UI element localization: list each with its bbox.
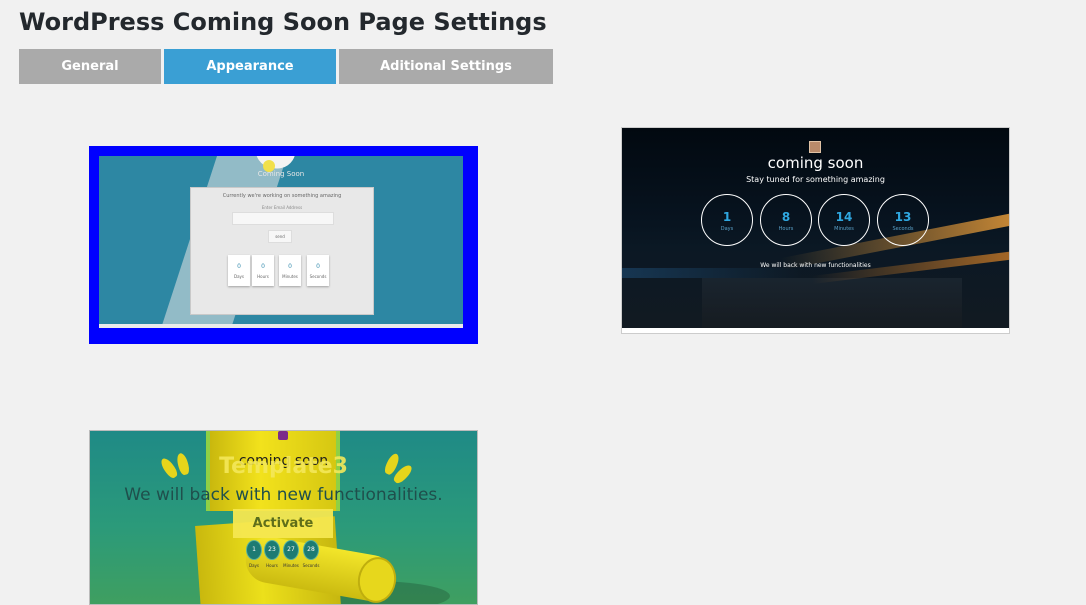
template-1-card: Currently we're working on something ama… bbox=[190, 187, 374, 315]
template-1-logo-text: Coming Soon bbox=[257, 170, 305, 178]
countdown-oval: 27 bbox=[283, 540, 299, 560]
template-2-title: coming soon bbox=[767, 154, 864, 172]
template-3-label: Template3 bbox=[219, 454, 348, 479]
countdown-oval: 28 bbox=[303, 540, 319, 560]
tab-appearance[interactable]: Appearance bbox=[164, 49, 336, 84]
template-1-line: Currently we're working on something ama… bbox=[222, 193, 342, 199]
tab-aditional-settings[interactable]: Aditional Settings bbox=[339, 49, 553, 84]
light-streak bbox=[622, 268, 802, 278]
countdown-oval: 23 bbox=[264, 540, 280, 560]
countdown-oval: 1 bbox=[246, 540, 262, 560]
activate-button[interactable]: Activate bbox=[233, 509, 333, 538]
countdown-circle: 13 Seconds bbox=[877, 194, 929, 246]
countdown-box: 0 Seconds bbox=[307, 255, 329, 286]
countdown-circle: 14 Minutes bbox=[818, 194, 870, 246]
page-title: WordPress Coming Soon Page Settings bbox=[19, 8, 547, 36]
countdown-box: 0 Days bbox=[228, 255, 250, 286]
logo-icon bbox=[809, 141, 821, 153]
tab-general[interactable]: General bbox=[19, 49, 161, 84]
countdown-unit: Seconds bbox=[302, 563, 320, 568]
crown-icon bbox=[278, 431, 288, 440]
template-3-thumbnail[interactable]: coming soon Template3 We will back with … bbox=[89, 430, 478, 605]
template-1-preview: Coming Soon Currently we're working on s… bbox=[99, 156, 463, 328]
countdown-box: 0 Minutes bbox=[279, 255, 301, 286]
template-2-subtitle: Stay tuned for something amazing bbox=[746, 175, 885, 184]
template-1-email-field bbox=[232, 212, 334, 225]
countdown-unit: Minutes bbox=[283, 563, 299, 568]
road-image bbox=[702, 278, 962, 328]
countdown-box: 0 Hours bbox=[252, 255, 274, 286]
template-2-thumbnail[interactable]: coming soon Stay tuned for something ama… bbox=[621, 127, 1010, 334]
countdown-circle: 8 Hours bbox=[760, 194, 812, 246]
template-2-message: We will back with new functionalities bbox=[760, 262, 871, 269]
template-1-send-button: send bbox=[268, 230, 292, 243]
countdown-circle: 1 Days bbox=[701, 194, 753, 246]
template-1-field-label: Enter Email Address bbox=[261, 205, 303, 210]
template-2-preview: coming soon Stay tuned for something ama… bbox=[622, 128, 1009, 328]
template-1-thumbnail[interactable]: Coming Soon Currently we're working on s… bbox=[89, 146, 478, 344]
preview-bottom-edge bbox=[99, 324, 463, 328]
template-3-message: We will back with new functionalities. bbox=[124, 485, 443, 505]
